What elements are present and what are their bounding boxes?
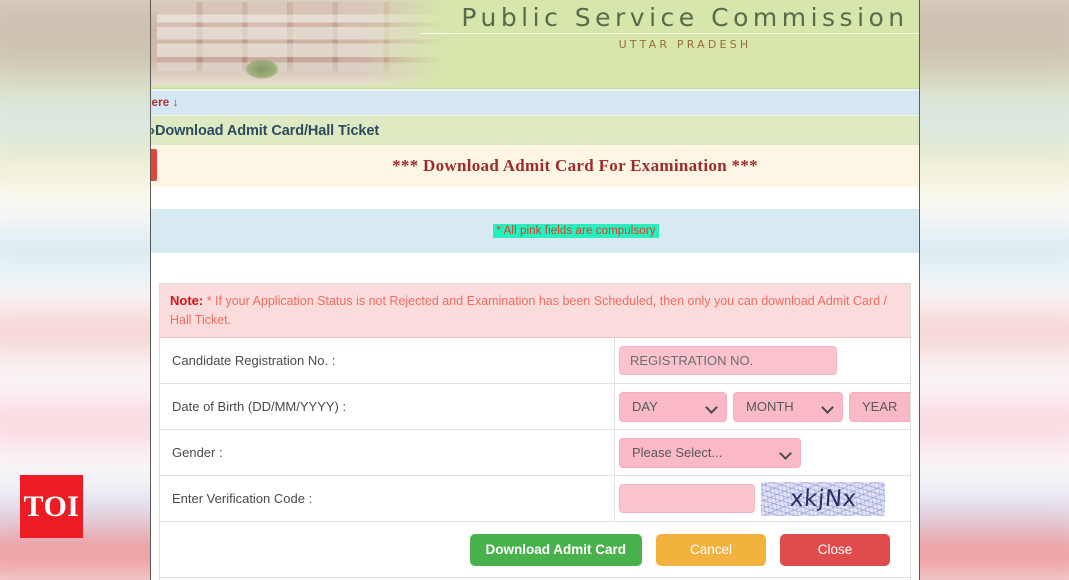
form-row-registration: Candidate Registration No. : REGISTRATIO… bbox=[160, 338, 910, 385]
field-verification-wrap: xkjNx bbox=[615, 476, 910, 521]
captcha-image: xkjNx bbox=[761, 481, 885, 516]
breadcrumb-here-text[interactable]: Here ↓ bbox=[151, 97, 179, 109]
label-verification-code: Enter Verification Code : bbox=[160, 476, 615, 522]
header-title-block: Public Service Commission UTTAR PRADESH bbox=[420, 0, 919, 88]
site-header: Public Service Commission UTTAR PRADESH bbox=[151, 0, 919, 88]
spacer-2 bbox=[151, 253, 919, 283]
commission-title: Public Service Commission bbox=[461, 3, 909, 32]
form-row-verification: Enter Verification Code : xkjNx bbox=[160, 476, 910, 523]
label-gender: Gender : bbox=[160, 430, 615, 476]
page-title-banner: *** Download Admit Card For Examination … bbox=[151, 145, 919, 187]
admit-card-form: Note: * If your Application Status is no… bbox=[159, 283, 911, 580]
field-gender-wrap: Please Select... bbox=[615, 430, 910, 475]
note-row: Note: * If your Application Status is no… bbox=[160, 284, 910, 339]
registration-no-input[interactable]: REGISTRATION NO. bbox=[619, 346, 837, 376]
form-row-gender: Gender : Please Select... bbox=[160, 430, 910, 477]
toi-logo-text: TOI bbox=[23, 489, 80, 523]
spacer-1 bbox=[151, 187, 919, 209]
dob-year-value: YEAR bbox=[862, 399, 898, 415]
red-side-tab[interactable] bbox=[151, 149, 157, 181]
form-row-dob: Date of Birth (DD/MM/YYYY) : DAY MONTH Y… bbox=[160, 384, 910, 431]
dob-day-value: DAY bbox=[632, 399, 658, 415]
field-dob-wrap: DAY MONTH YEAR bbox=[615, 384, 910, 429]
breadcrumb-bar: Here ↓ bbox=[151, 91, 919, 115]
title-separator bbox=[420, 33, 919, 34]
dob-year-select[interactable]: YEAR bbox=[849, 391, 910, 422]
cancel-button[interactable]: Cancel bbox=[656, 533, 766, 566]
label-date-of-birth: Date of Birth (DD/MM/YYYY) : bbox=[160, 384, 615, 430]
state-subtitle: UTTAR PRADESH bbox=[618, 38, 752, 51]
download-admit-card-button[interactable]: Download Admit Card bbox=[469, 533, 642, 566]
screenshot-stage: Public Service Commission UTTAR PRADESH … bbox=[0, 0, 1069, 580]
gender-value: Please Select... bbox=[632, 445, 723, 461]
commission-building-photo bbox=[151, 0, 446, 85]
captcha-text: xkjNx bbox=[788, 485, 858, 512]
compulsory-notice-bar: * All pink fields are compulsory bbox=[151, 209, 919, 253]
photo-fade-overlay bbox=[151, 0, 446, 85]
chevron-down-icon bbox=[823, 402, 833, 412]
field-registration-wrap: REGISTRATION NO. bbox=[615, 338, 910, 383]
dob-month-select[interactable]: MONTH bbox=[733, 391, 843, 422]
close-button[interactable]: Close bbox=[780, 533, 890, 566]
verification-code-input[interactable] bbox=[619, 484, 755, 514]
page-breadcrumb-bar: »Download Admit Card/Hall Ticket bbox=[151, 115, 919, 145]
note-label: Note: bbox=[170, 293, 204, 308]
chevron-down-icon bbox=[781, 448, 791, 458]
page-title: *** Download Admit Card For Examination … bbox=[392, 156, 758, 175]
breadcrumb-page-link[interactable]: »Download Admit Card/Hall Ticket bbox=[151, 123, 379, 139]
label-registration: Candidate Registration No. : bbox=[160, 338, 615, 384]
chevron-down-icon bbox=[707, 402, 717, 412]
dob-month-value: MONTH bbox=[746, 399, 794, 415]
form-actions: Download Admit Card Cancel Close bbox=[160, 522, 910, 579]
dob-day-select[interactable]: DAY bbox=[619, 391, 727, 422]
compulsory-notice-text: * All pink fields are compulsory bbox=[493, 224, 659, 238]
page-content-panel: Public Service Commission UTTAR PRADESH … bbox=[150, 0, 920, 580]
note-text: * If your Application Status is not Reje… bbox=[170, 294, 887, 328]
toi-watermark-logo: TOI bbox=[20, 475, 83, 538]
gender-select[interactable]: Please Select... bbox=[619, 437, 801, 468]
